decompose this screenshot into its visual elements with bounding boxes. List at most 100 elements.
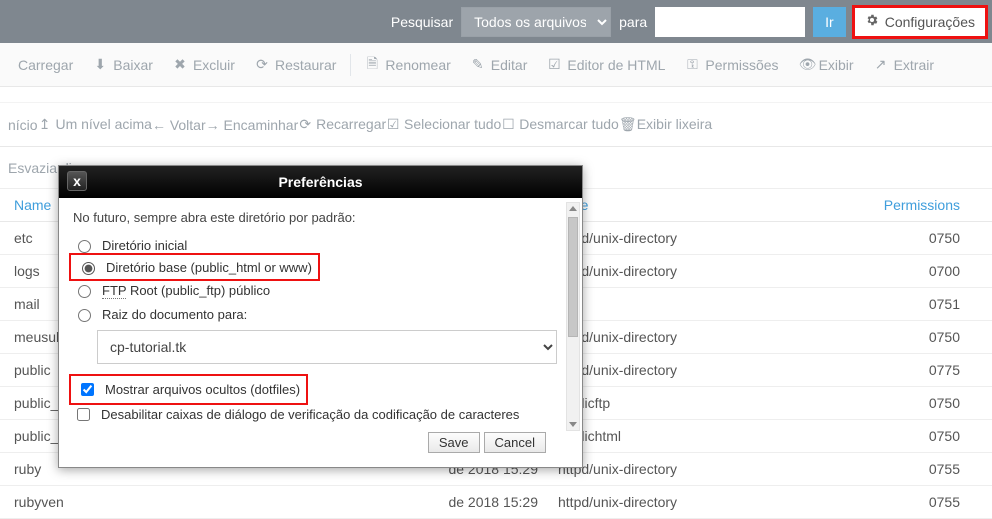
cell-modified: de 2018 15:29: [278, 494, 558, 510]
back-button[interactable]: ← Voltar: [152, 117, 206, 133]
opt-docroot-label: Raiz do documento para:: [102, 307, 247, 322]
cell-permissions: 0750: [788, 428, 984, 444]
modal-title: Preferências: [59, 174, 582, 190]
modal-close-button[interactable]: x: [67, 171, 87, 191]
encoding-dialog-label: Desabilitar caixas de diálogo de verific…: [101, 407, 519, 422]
cell-type: httpd/unix-directory: [558, 329, 788, 345]
download-button[interactable]: ⬇ Baixar: [83, 43, 163, 86]
reload-button[interactable]: ⟳ Recarregar: [298, 116, 386, 133]
settings-button-label: Configurações: [885, 14, 975, 30]
cell-type: httpd/unix-directory: [558, 494, 788, 510]
dotfiles-checkbox[interactable]: [81, 383, 94, 396]
back-icon: ←: [152, 117, 166, 133]
permissions-button[interactable]: ⚿ Permissões: [675, 43, 788, 86]
deselect-all-button[interactable]: ☐ Desmarcar tudo: [501, 116, 618, 133]
select-all-button[interactable]: ☑ Selecionar tudo: [386, 116, 501, 133]
search-go-button[interactable]: Ir: [813, 7, 846, 37]
opt-show-dotfiles[interactable]: Mostrar arquivos ocultos (dotfiles): [77, 380, 300, 399]
table-row[interactable]: rubyvende 2018 15:29httpd/unix-directory…: [0, 486, 992, 519]
modal-lead-text: No futuro, sempre abra este diretório po…: [73, 210, 568, 225]
search-input[interactable]: [655, 7, 805, 37]
save-button[interactable]: Save: [428, 432, 480, 453]
cell-type: publicftp: [558, 395, 788, 411]
opt-home-dir[interactable]: Diretório inicial: [73, 233, 568, 257]
navigation-toolbar: nício ↥ Um nível acima ← Voltar → Encami…: [0, 103, 992, 147]
cell-permissions: 0775: [788, 362, 984, 378]
opt-home-label: Diretório inicial: [102, 238, 187, 253]
cell-permissions: 0750: [788, 329, 984, 345]
cell-permissions: 0750: [788, 395, 984, 411]
restore-button[interactable]: ⟳ Restaurar: [245, 43, 346, 86]
modal-scrollbar-thumb[interactable]: [568, 217, 578, 337]
modal-scrollbar[interactable]: [566, 202, 580, 431]
preferences-modal: x Preferências No futuro, sempre abra es…: [58, 165, 583, 468]
top-search-bar: Pesquisar Todos os arquivos para Ir Conf…: [0, 0, 992, 43]
opt-base-label: Diretório base (public_html or www): [106, 260, 312, 275]
extract-icon: ↗: [874, 56, 888, 73]
download-icon: ⬇: [93, 56, 107, 73]
up-one-level-button[interactable]: ↥ Um nível acima: [38, 116, 152, 133]
cell-permissions: 0755: [788, 461, 984, 477]
cell-permissions: 0751: [788, 296, 984, 312]
cell-type: publichtml: [558, 428, 788, 444]
modal-body: No futuro, sempre abra este diretório po…: [59, 198, 582, 467]
cell-permissions: 0700: [788, 263, 984, 279]
view-trash-button[interactable]: 🗑 Exibir lixeira: [619, 116, 712, 133]
edit-button[interactable]: ✎ Editar: [461, 43, 538, 86]
col-permissions-header[interactable]: Permissions: [788, 197, 984, 213]
delete-button[interactable]: ✖ Excluir: [163, 43, 245, 86]
up-icon: ↥: [38, 116, 52, 133]
cell-type: mail: [558, 296, 788, 312]
search-scope-select[interactable]: Todos os arquivos: [461, 7, 611, 37]
forward-icon: →: [206, 117, 220, 133]
cell-permissions: 0755: [788, 494, 984, 510]
trash-icon: 🗑: [619, 116, 633, 133]
docroot-domain-select[interactable]: cp-tutorial.tk: [97, 330, 557, 364]
checkbox-empty-icon: ☐: [501, 116, 515, 133]
view-button[interactable]: 👁 Exibir: [789, 43, 864, 86]
key-icon: ⚿: [685, 56, 699, 73]
html-editor-button[interactable]: ☑ Editor de HTML: [537, 43, 675, 86]
reload-icon: ⟳: [255, 56, 269, 73]
opt-base-dir[interactable]: Diretório base (public_html or www): [77, 259, 312, 275]
encoding-dialog-checkbox[interactable]: [77, 408, 90, 421]
cell-permissions: 0750: [788, 230, 984, 246]
col-type-header[interactable]: Type: [558, 197, 788, 213]
x-icon: ✖: [173, 56, 187, 73]
cell-type: httpd/unix-directory: [558, 230, 788, 246]
checkbox-icon: ☑: [547, 56, 561, 73]
modal-header: x Preferências: [59, 166, 582, 198]
opt-docroot-radio[interactable]: [78, 309, 91, 322]
pencil-icon: ✎: [471, 56, 485, 73]
opt-base-radio[interactable]: [82, 262, 95, 275]
cell-type: httpd/unix-directory: [558, 362, 788, 378]
cell-type: httpd/unix-directory: [558, 461, 788, 477]
gear-icon: [865, 13, 879, 30]
rename-button[interactable]: 🗎 Renomear: [355, 43, 460, 86]
opt-home-radio[interactable]: [78, 240, 91, 253]
opt-disable-encoding-dialog[interactable]: Desabilitar caixas de diálogo de verific…: [73, 401, 568, 428]
opt-ftp-radio[interactable]: [78, 285, 91, 298]
upload-button[interactable]: Carregar: [8, 43, 83, 86]
file-actions-toolbar: Carregar ⬇ Baixar ✖ Excluir ⟳ Restaurar …: [0, 43, 992, 87]
checkbox-icon: ☑: [386, 116, 400, 133]
dotfiles-label: Mostrar arquivos ocultos (dotfiles): [105, 382, 300, 397]
forward-button[interactable]: → Encaminhar: [206, 117, 299, 133]
search-label: Pesquisar: [391, 14, 453, 30]
opt-docroot[interactable]: Raiz do documento para:: [73, 302, 568, 326]
reload-icon: ⟳: [298, 116, 312, 133]
eye-icon: 👁: [799, 56, 813, 73]
extract-button[interactable]: ↗ Extrair: [864, 43, 944, 86]
cell-type: httpd/unix-directory: [558, 263, 788, 279]
opt-ftp-label: FTP Root (public_ftp) público: [102, 283, 270, 298]
cancel-button[interactable]: Cancel: [484, 432, 546, 453]
cell-name: rubyven: [8, 494, 278, 510]
settings-button[interactable]: Configurações: [854, 7, 986, 37]
close-icon: x: [73, 173, 81, 189]
toolbar-separator: [350, 54, 351, 76]
file-icon: 🗎: [365, 53, 379, 77]
search-for-label: para: [619, 14, 647, 30]
opt-ftp-root[interactable]: FTP Root (public_ftp) público: [73, 278, 568, 302]
home-button[interactable]: nício: [8, 117, 38, 133]
modal-footer: Save Cancel: [73, 428, 568, 461]
